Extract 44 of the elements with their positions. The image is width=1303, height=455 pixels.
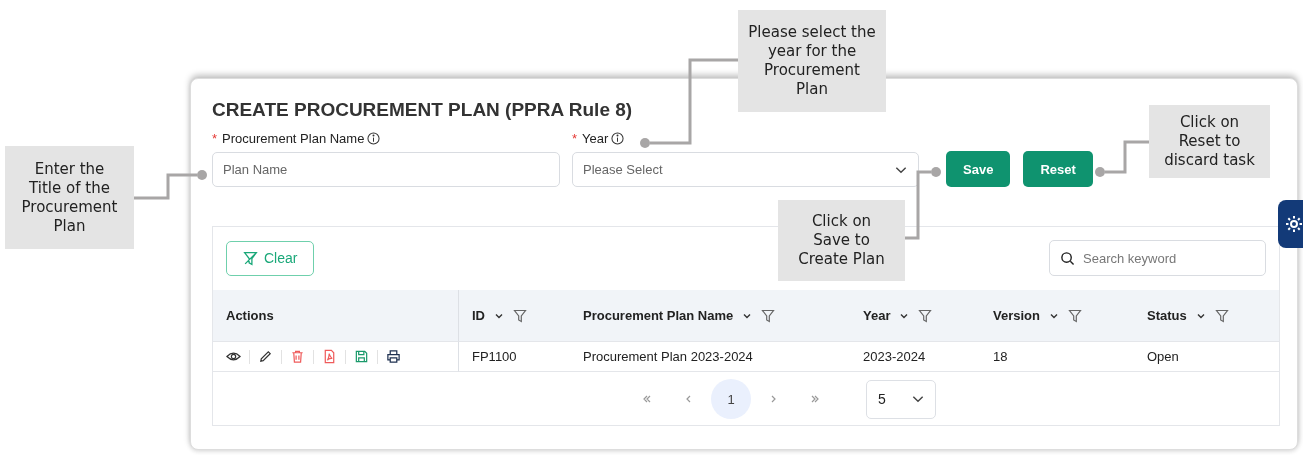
save-button[interactable]: Save <box>946 151 1011 187</box>
leader-line <box>1095 140 1149 177</box>
field-label: Year <box>582 131 609 146</box>
table-cell: 18 <box>993 349 1008 364</box>
table-cell: Open <box>1147 349 1179 364</box>
info-icon <box>367 132 381 145</box>
column-header[interactable]: Status <box>1134 290 1279 342</box>
chevron-icon <box>641 393 653 405</box>
info-icon <box>611 132 625 145</box>
table-cell: FP1100 <box>472 349 517 364</box>
required-mark: * <box>572 131 578 146</box>
column-header[interactable]: Year <box>850 290 980 342</box>
settings-icon <box>1284 214 1303 234</box>
reset-button[interactable]: Reset <box>1023 151 1093 187</box>
settings-tab[interactable] <box>1278 200 1303 248</box>
filter-icon[interactable] <box>761 308 776 323</box>
printer-icon[interactable] <box>386 349 401 364</box>
column-header[interactable]: ID <box>459 290 570 342</box>
pdf-file-icon[interactable] <box>322 349 337 364</box>
plan-name-field[interactable]: Plan Name <box>212 152 560 187</box>
filter-icon[interactable] <box>513 308 527 323</box>
table-cell: Procurement Plan 2023-2024 <box>583 349 753 364</box>
year-dropdown[interactable]: Please Select <box>572 152 919 187</box>
callout-box: Click on Reset to discard task <box>1149 105 1270 178</box>
filter-icon[interactable] <box>918 308 933 323</box>
field-label: Procurement Plan Name <box>222 131 365 146</box>
filter-icon[interactable] <box>1214 308 1229 323</box>
column-header[interactable]: Actions <box>213 290 459 342</box>
page-size-dropdown[interactable]: 5 <box>866 379 936 419</box>
callout-box: Enter the Title of the Procurement Plan <box>5 146 134 249</box>
trash-icon[interactable] <box>290 349 305 364</box>
column-header[interactable]: Procurement Plan Name <box>570 290 850 342</box>
callout-box: Please select the year for the Procurement Plan <box>738 10 886 112</box>
search-field[interactable]: Search keyword <box>1049 240 1266 276</box>
column-header[interactable]: Version <box>980 290 1134 342</box>
filter-icon[interactable] <box>1067 308 1082 323</box>
pencil-icon[interactable] <box>258 349 273 364</box>
required-mark: * <box>212 131 218 146</box>
page-button[interactable]: 1 <box>711 379 751 419</box>
table-cell: 2023-2024 <box>863 349 926 364</box>
filter-clear-icon <box>243 250 258 266</box>
chevron-icon <box>809 393 821 405</box>
search-icon <box>1060 250 1075 266</box>
callout-box: Click on Save to Create Plan <box>778 200 905 281</box>
